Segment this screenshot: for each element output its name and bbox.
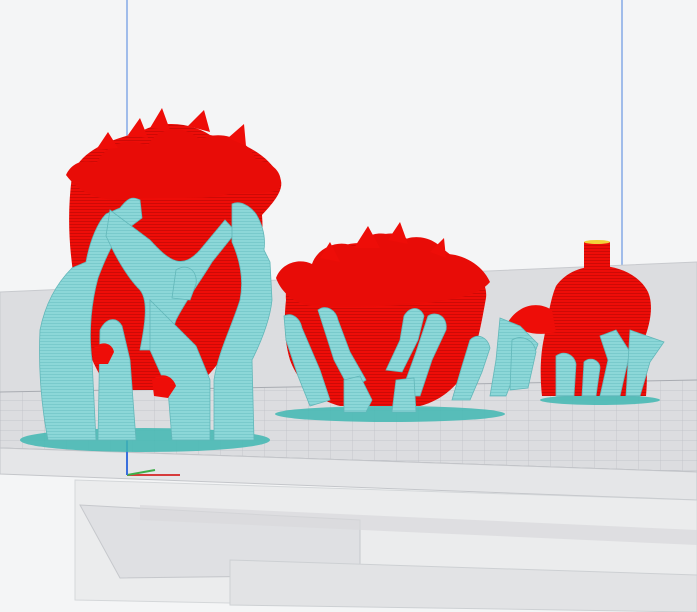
- right-model-brim: [540, 395, 660, 405]
- scene: [0, 0, 697, 612]
- right-model-stem: [584, 242, 610, 270]
- 3d-viewport[interactable]: [0, 0, 697, 612]
- center-model-brim: [275, 406, 505, 422]
